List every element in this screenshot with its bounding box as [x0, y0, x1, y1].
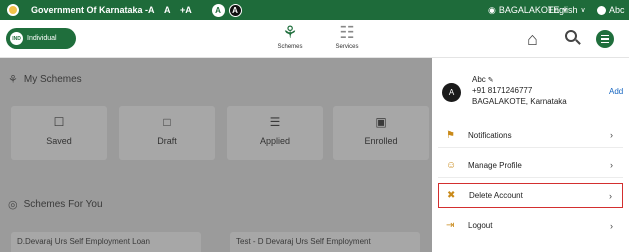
font-size-normal-button[interactable]: A	[164, 0, 171, 20]
target-icon: ◎	[8, 199, 18, 211]
hands-icon: ⚘	[8, 74, 18, 86]
edit-pencil-icon[interactable]: ✎	[488, 77, 494, 84]
chevron-right-icon: ›	[609, 190, 612, 201]
applied-card[interactable]: ☰ Applied	[227, 106, 323, 160]
menu-item-logout[interactable]: ⇥ Logout ›	[438, 213, 623, 238]
nav-schemes-label: Schemes	[277, 44, 303, 50]
user-name-label: Abc	[609, 5, 625, 15]
profile-side-panel: A Abc ✎ +91 8171246777 BAGALAKOTE, Karnat…	[432, 58, 629, 252]
home-icon[interactable]: ⌂	[527, 29, 538, 50]
nav-services-label: Services	[335, 44, 359, 50]
schemes-for-you-title: Schemes For You	[23, 199, 103, 210]
avatar: A	[442, 83, 461, 102]
user-icon	[597, 5, 606, 15]
enrolled-card[interactable]: ▣ Enrolled	[333, 106, 429, 160]
my-schemes-title: My Schemes	[23, 74, 82, 85]
profile-name: Abc	[472, 75, 486, 84]
light-contrast-button[interactable]: A	[211, 0, 225, 20]
chevron-right-icon: ›	[610, 220, 613, 231]
draft-label: Draft	[157, 136, 177, 146]
dark-contrast-button[interactable]: A	[228, 0, 242, 20]
government-title: Government Of Karnataka	[31, 5, 143, 15]
saved-label: Saved	[46, 136, 72, 146]
karnataka-emblem-icon	[6, 0, 20, 20]
chevron-right-icon: ›	[610, 130, 613, 140]
profile-location: BAGALAKOTE, Karnataka	[472, 97, 567, 106]
applied-icon: ☰	[269, 115, 281, 129]
schemes-for-you-heading: ◎ Schemes For You	[8, 198, 103, 211]
profile-icon: ☺	[446, 159, 457, 171]
nav-schemes[interactable]: ⚘ Schemes	[272, 23, 308, 50]
my-schemes-heading: ⚘ My Schemes	[8, 73, 82, 86]
language-label: English	[548, 5, 578, 15]
top-bar: Government Of Karnataka -A A +A A A ◉ BA…	[0, 0, 629, 20]
dark-contrast-label: A	[228, 3, 242, 17]
chevron-down-icon: ∨	[580, 7, 586, 14]
font-size-increase-button[interactable]: +A	[180, 0, 192, 20]
delete-account-icon: ✖	[447, 190, 456, 201]
logout-icon: ⇥	[446, 220, 455, 231]
menu-item-label: Logout	[468, 221, 493, 230]
scheme-card[interactable]: Test - D Devaraj Urs Self Employment	[230, 232, 420, 252]
language-selector[interactable]: English ∨	[548, 0, 586, 20]
chevron-right-icon: ›	[610, 160, 613, 170]
site-header: IND Individual ⚘ Schemes ☷ Services ⌂	[0, 20, 629, 58]
menu-item-delete-account[interactable]: ✖ Delete Account ›	[438, 183, 623, 208]
location-pin-icon: ◉	[488, 4, 496, 15]
font-size-decrease-button[interactable]: -A	[145, 0, 155, 20]
menu-item-manage-profile[interactable]: ☺ Manage Profile ›	[438, 153, 623, 178]
menu-item-label: Delete Account	[469, 191, 523, 200]
applied-label: Applied	[259, 136, 291, 146]
individual-icon: IND	[10, 32, 23, 45]
schemes-icon: ⚘	[282, 23, 298, 42]
menu-item-label: Notifications	[468, 130, 512, 140]
nav-services[interactable]: ☷ Services	[327, 23, 367, 50]
search-icon[interactable]	[565, 29, 581, 47]
draft-card[interactable]: □ Draft	[119, 106, 215, 160]
menu-icon[interactable]	[596, 30, 614, 48]
scheme-card[interactable]: D.Devaraj Urs Self Employment Loan	[11, 232, 201, 252]
profile-type-pill[interactable]: IND Individual	[6, 28, 76, 49]
saved-card[interactable]: ☐ Saved	[11, 106, 107, 160]
saved-icon: ☐	[53, 115, 65, 129]
enrolled-label: Enrolled	[364, 136, 398, 146]
main-content: ⚘ My Schemes ☐ Saved □ Draft ☰ Applied ▣…	[0, 58, 432, 252]
profile-name-row: Abc ✎	[472, 75, 494, 84]
menu-item-notifications[interactable]: ⚑ Notifications ›	[438, 123, 623, 148]
draft-icon: □	[163, 115, 171, 129]
light-contrast-label: A	[211, 3, 225, 17]
profile-phone: +91 8171246777	[472, 86, 533, 95]
services-icon: ☷	[339, 23, 355, 42]
add-link[interactable]: Add	[609, 87, 623, 96]
bell-icon: ⚑	[446, 129, 455, 141]
user-menu-button[interactable]: Abc	[597, 0, 625, 20]
enrolled-icon: ▣	[375, 115, 387, 129]
menu-item-label: Manage Profile	[468, 160, 522, 170]
profile-type-label: Individual	[27, 35, 57, 42]
